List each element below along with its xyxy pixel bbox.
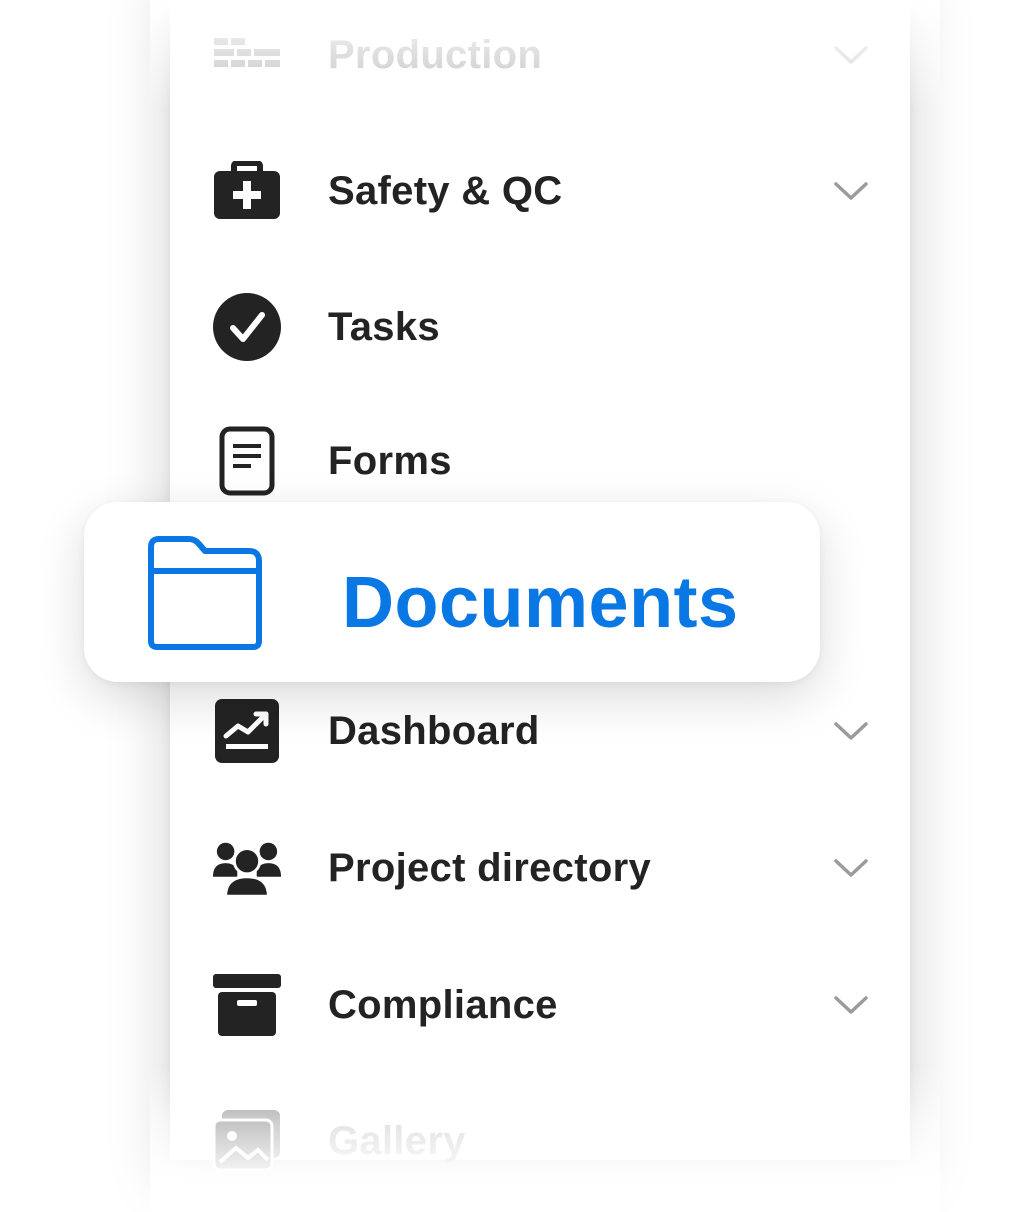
menu-item-label: Documents bbox=[342, 563, 739, 643]
menu-item-documents[interactable]: Documents bbox=[84, 502, 820, 682]
people-group-icon bbox=[212, 833, 282, 903]
menu-item-dashboard[interactable]: Dashboard bbox=[170, 676, 910, 786]
menu-item-label: Compliance bbox=[328, 982, 558, 1027]
chevron-down-icon[interactable] bbox=[832, 712, 870, 750]
chevron-down-icon[interactable] bbox=[832, 849, 870, 887]
menu-item-label: Safety & QC bbox=[328, 168, 563, 213]
archive-box-icon bbox=[212, 970, 282, 1040]
first-aid-kit-icon bbox=[212, 156, 282, 226]
menu-item-forms[interactable]: Forms bbox=[170, 406, 910, 516]
menu-item-label: Project directory bbox=[328, 845, 651, 890]
menu-item-project-directory[interactable]: Project directory bbox=[170, 813, 910, 923]
menu-item-label: Forms bbox=[328, 438, 452, 483]
menu-item-label: Gallery bbox=[328, 1118, 466, 1163]
menu-item-production[interactable]: Production bbox=[170, 0, 910, 110]
chart-trend-icon bbox=[212, 696, 282, 766]
chevron-down-icon[interactable] bbox=[832, 172, 870, 210]
folder-icon bbox=[144, 530, 268, 654]
gallery-icon bbox=[212, 1106, 282, 1176]
form-document-icon bbox=[212, 426, 282, 496]
menu-item-gallery[interactable]: Gallery bbox=[170, 1086, 910, 1196]
menu-item-safety-qc[interactable]: Safety & QC bbox=[170, 136, 910, 246]
menu-item-label: Production bbox=[328, 32, 543, 77]
production-icon bbox=[212, 20, 282, 90]
chevron-down-icon[interactable] bbox=[832, 986, 870, 1024]
menu-item-label: Dashboard bbox=[328, 708, 540, 753]
check-circle-icon bbox=[212, 292, 282, 362]
menu-item-tasks[interactable]: Tasks bbox=[170, 272, 910, 382]
menu-item-label: Tasks bbox=[328, 304, 440, 349]
menu-item-compliance[interactable]: Compliance bbox=[170, 950, 910, 1060]
chevron-down-icon[interactable] bbox=[832, 36, 870, 74]
